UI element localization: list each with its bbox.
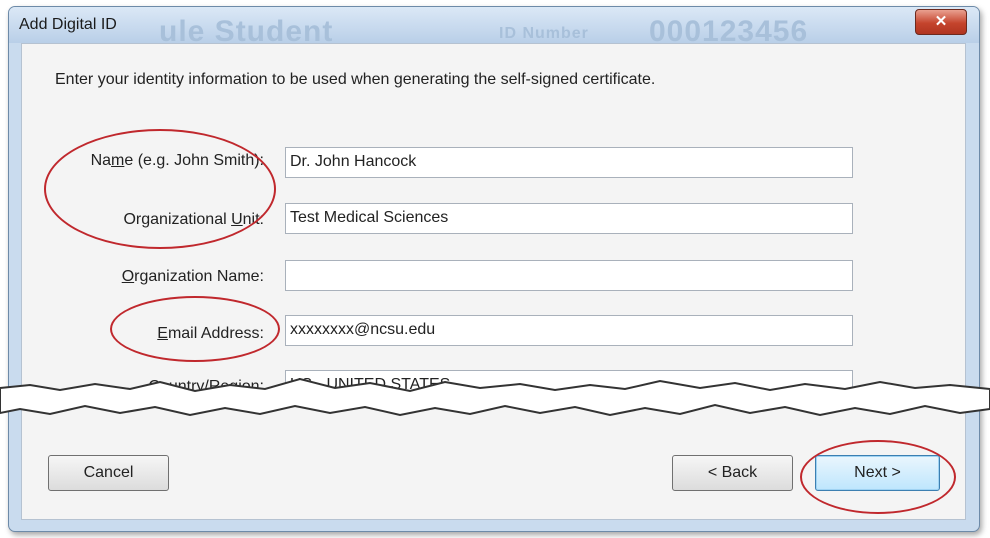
- instruction-text: Enter your identity information to be us…: [55, 71, 656, 88]
- org-unit-label-pre: Organizational: [123, 211, 232, 228]
- org-unit-label-post: nit:: [242, 211, 264, 228]
- email-field[interactable]: xxxxxxxx@ncsu.edu: [285, 315, 853, 346]
- dialog-title: Add Digital ID: [19, 16, 117, 33]
- org-name-field[interactable]: [285, 260, 853, 291]
- torn-edge-divider: [0, 377, 990, 417]
- org-unit-field[interactable]: Test Medical Sciences: [285, 203, 853, 234]
- close-button[interactable]: ✕: [915, 9, 967, 35]
- name-label-post: e (e.g. John Smith):: [124, 152, 264, 169]
- name-field[interactable]: Dr. John Hancock: [285, 147, 853, 178]
- org-unit-label-accesskey: U: [231, 211, 243, 228]
- org-name-label-post: rganization Name:: [134, 268, 264, 285]
- title-bar: ule Student ID Number 000123456 Add Digi…: [9, 7, 979, 48]
- org-unit-label: Organizational Unit:: [123, 211, 264, 229]
- email-label: Email Address:: [157, 325, 264, 343]
- email-label-post: mail Address:: [167, 325, 264, 342]
- close-icon: ✕: [934, 13, 948, 30]
- email-label-accesskey: E: [157, 325, 168, 342]
- name-label-accesskey: m: [111, 152, 125, 169]
- back-button[interactable]: < Back: [672, 455, 793, 491]
- background-ghost-id-label: ID Number: [499, 25, 589, 42]
- name-label-pre: Na: [90, 152, 112, 169]
- name-label: Name (e.g. John Smith):: [91, 152, 264, 170]
- name-field-value: Dr. John Hancock: [290, 153, 417, 170]
- org-name-label-accesskey: O: [121, 268, 135, 285]
- email-field-value: xxxxxxxx@ncsu.edu: [290, 321, 436, 338]
- next-button[interactable]: Next >: [815, 455, 940, 491]
- org-unit-field-value: Test Medical Sciences: [290, 209, 449, 226]
- org-name-label: Organization Name:: [122, 268, 264, 286]
- cancel-button[interactable]: Cancel: [48, 455, 169, 491]
